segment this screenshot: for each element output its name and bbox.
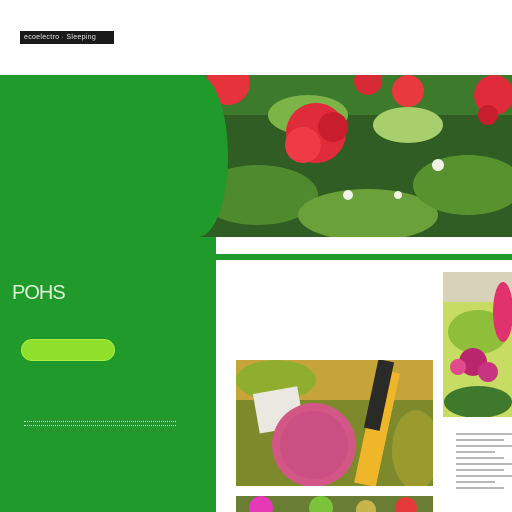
red-flowers-illustration xyxy=(198,75,512,237)
gardening-tools-illustration xyxy=(236,360,433,486)
hero-flowers-image xyxy=(198,75,512,237)
section-divider xyxy=(216,254,512,260)
colorful-flowers-illustration xyxy=(236,496,433,512)
top-header: ecoelectro · Sleeping xyxy=(0,0,512,75)
gardening-tools-image xyxy=(236,360,433,486)
text-paragraph xyxy=(456,433,512,499)
fine-print-line xyxy=(24,421,176,426)
colorful-flowers-image xyxy=(236,496,433,512)
pink-flowers-illustration xyxy=(443,272,512,417)
hero-title: POHS xyxy=(12,282,66,304)
cta-button[interactable] xyxy=(21,339,115,361)
site-logo[interactable]: ecoelectro · Sleeping xyxy=(20,31,114,44)
pink-flowers-image xyxy=(443,272,512,417)
